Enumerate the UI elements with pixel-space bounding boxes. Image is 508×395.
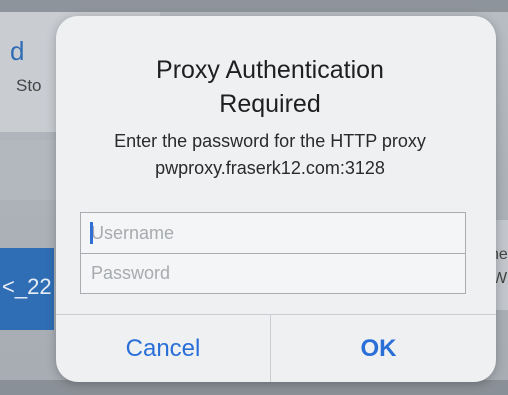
cancel-button[interactable]: Cancel bbox=[56, 315, 270, 382]
alert-message-line-1: Enter the password for the HTTP proxy bbox=[114, 131, 426, 151]
text-cursor bbox=[90, 222, 93, 244]
alert-title-line-2: Required bbox=[219, 90, 321, 118]
background-left-row bbox=[0, 140, 60, 200]
background-partial-subtext: Sto bbox=[16, 76, 42, 95]
proxy-auth-alert: Proxy Authentication Required Enter the … bbox=[56, 16, 496, 382]
ok-button[interactable]: OK bbox=[271, 315, 486, 382]
credentials-field-group bbox=[80, 212, 466, 294]
password-field[interactable] bbox=[81, 253, 465, 293]
screen: d Sto <_22 ne W Proxy Authentication Req… bbox=[0, 0, 508, 395]
alert-title-line-1: Proxy Authentication bbox=[156, 56, 384, 84]
background-top-band bbox=[0, 0, 508, 12]
username-field[interactable] bbox=[81, 213, 465, 253]
background-bottom-band bbox=[0, 380, 508, 395]
alert-message-proxy-host: pwproxy.fraserk12.com:3128 bbox=[155, 158, 385, 178]
alert-button-row: Cancel OK bbox=[56, 314, 496, 382]
background-partial-heading: d bbox=[10, 36, 25, 66]
background-tile-text: <_22 bbox=[2, 274, 52, 299]
